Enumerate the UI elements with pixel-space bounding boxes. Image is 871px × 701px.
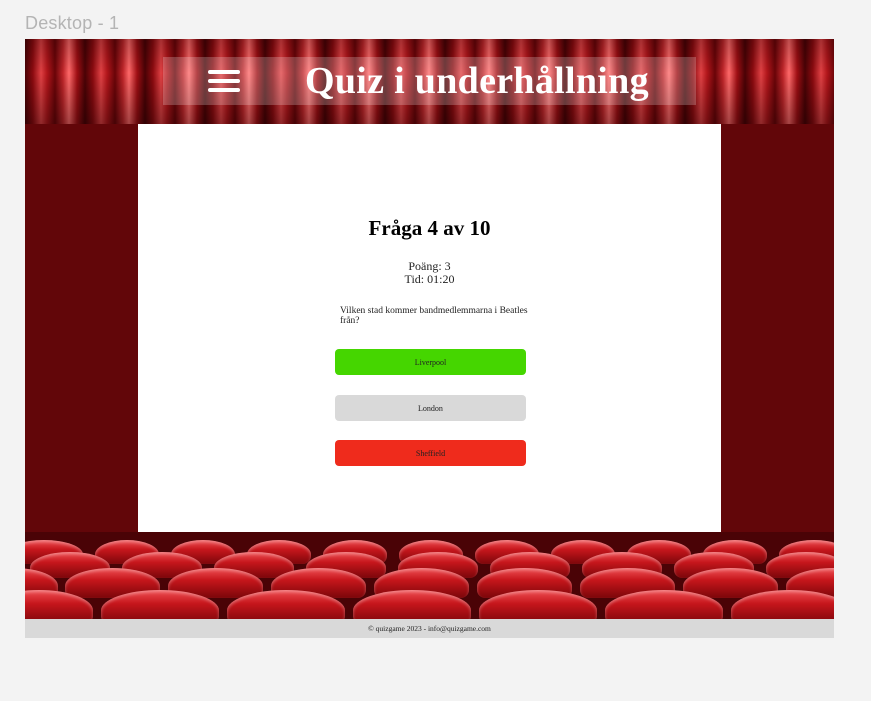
curtain-header: Quiz i underhållning [25, 39, 834, 124]
desktop-frame: Quiz i underhållning Fråga 4 av 10 Poäng… [25, 39, 834, 638]
theater-seats-image [25, 532, 834, 619]
title-bar: Quiz i underhållning [163, 57, 696, 105]
site-title: Quiz i underhållning [305, 60, 649, 102]
time-label: Tid: 01:20 [404, 272, 455, 286]
hamburger-menu-icon[interactable] [208, 70, 240, 92]
answer-button-london[interactable]: London [335, 395, 526, 421]
frame-label: Desktop - 1 [25, 13, 120, 33]
answer-button-liverpool[interactable]: Liverpool [335, 349, 526, 375]
question-heading: Fråga 4 av 10 [368, 216, 491, 240]
answer-button-sheffield[interactable]: Sheffield [335, 440, 526, 466]
quiz-card: Fråga 4 av 10 Poäng: 3 Tid: 01:20 Vilken… [138, 124, 721, 532]
quiz-stats: Poäng: 3 Tid: 01:20 [138, 260, 721, 286]
question-text: Vilken stad kommer bandmedlemmarna i Bea… [340, 306, 528, 326]
footer: © quizgame 2023 - info@quizgame.com [25, 619, 834, 638]
